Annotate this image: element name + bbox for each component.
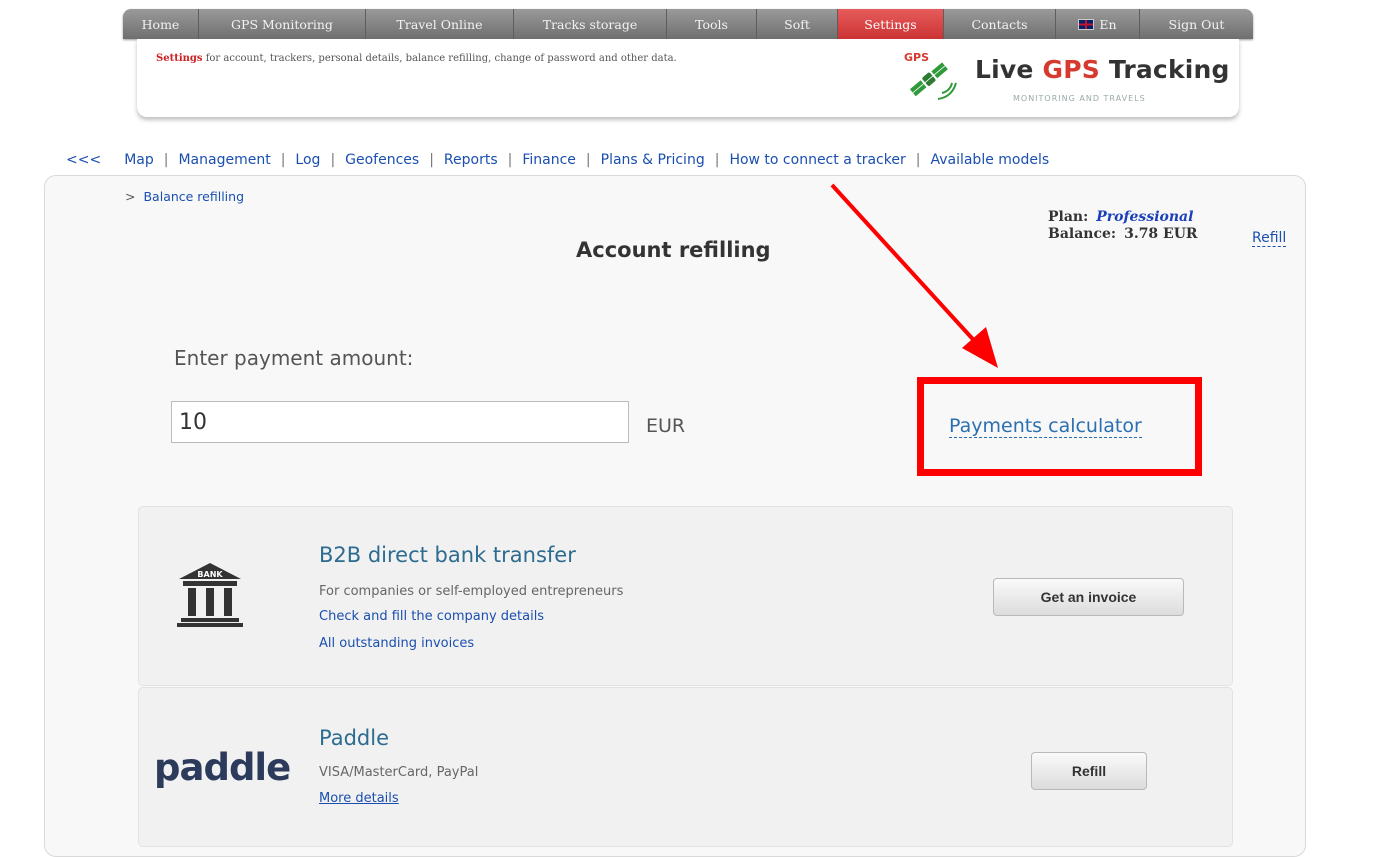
logo-title[interactable]: Live GPS Tracking (975, 55, 1230, 84)
get-invoice-button[interactable]: Get an invoice (993, 578, 1184, 616)
separator: | (585, 152, 591, 168)
bank-transfer-title: B2B direct bank transfer (319, 543, 576, 567)
nav-tracks-storage[interactable]: Tracks storage (514, 9, 667, 39)
subnav-geofences[interactable]: Geofences (345, 152, 419, 168)
bank-transfer-description: For companies or self-employed entrepren… (319, 584, 624, 599)
header-subtitle: Settings for account, trackers, personal… (156, 53, 677, 64)
plan-name: Professional (1096, 209, 1194, 225)
back-link[interactable]: <<< (66, 152, 101, 168)
nav-settings[interactable]: Settings (838, 9, 944, 39)
nav-contacts[interactable]: Contacts (944, 9, 1056, 39)
breadcrumb: > Balance refilling (125, 189, 244, 204)
subnav-management[interactable]: Management (178, 152, 270, 168)
separator: | (163, 152, 169, 168)
header-subtitle-text: for account, trackers, personal details,… (202, 53, 677, 64)
nav-language[interactable]: En (1056, 9, 1140, 39)
separator: | (714, 152, 720, 168)
plan-label: Plan: (1048, 209, 1089, 225)
satellite-logo-icon[interactable]: GPS (902, 49, 962, 105)
payment-method-paddle: paddle Paddle VISA/MasterCard, PayPal Mo… (138, 687, 1233, 847)
sub-nav: <<< Map | Management | Log | Geofences | Reports |… (66, 152, 1049, 168)
separator: | (429, 152, 434, 168)
logo-title-suffix: Tracking (1099, 55, 1230, 84)
top-nav: Home GPS Monitoring Travel Online Tracks… (123, 9, 1253, 39)
breadcrumb-balance-refilling[interactable]: Balance refilling (143, 189, 244, 204)
paddle-title: Paddle (319, 726, 390, 750)
payment-amount-input[interactable] (171, 401, 629, 443)
nav-home[interactable]: Home (123, 9, 199, 39)
balance-label: Balance: (1048, 226, 1117, 242)
paddle-refill-button[interactable]: Refill (1031, 752, 1147, 790)
logo-gps-small: GPS (904, 51, 929, 64)
amount-label: Enter payment amount: (174, 346, 414, 370)
nav-tools[interactable]: Tools (667, 9, 757, 39)
uk-flag-icon (1078, 18, 1095, 30)
paddle-description: VISA/MasterCard, PayPal (319, 765, 479, 780)
logo-tagline: MONITORING AND TRAVELS (1013, 94, 1146, 103)
logo-title-gps: GPS (1042, 55, 1100, 84)
subnav-available-models[interactable]: Available models (930, 152, 1049, 168)
nav-travel-online[interactable]: Travel Online (366, 9, 514, 39)
nav-soft[interactable]: Soft (757, 9, 838, 39)
subnav-finance[interactable]: Finance (522, 152, 576, 168)
separator: | (507, 152, 513, 168)
subnav-reports[interactable]: Reports (444, 152, 498, 168)
page-title: Account refilling (576, 238, 771, 262)
breadcrumb-marker: > (125, 189, 136, 204)
outstanding-invoices-link[interactable]: All outstanding invoices (319, 636, 474, 651)
nav-gps-monitoring[interactable]: GPS Monitoring (199, 9, 366, 39)
balance-value: 3.78 EUR (1124, 226, 1198, 242)
bank-icon-text: BANK (197, 570, 223, 579)
nav-language-label: En (1099, 16, 1117, 32)
company-details-link[interactable]: Check and fill the company details (319, 609, 544, 624)
separator: | (280, 152, 286, 168)
separator: | (915, 152, 921, 168)
payment-method-bank: BANK B2B direct bank transfer For compan… (138, 506, 1233, 686)
subnav-how-to-connect[interactable]: How to connect a tracker (729, 152, 905, 168)
subnav-map[interactable]: Map (124, 152, 154, 168)
currency-label: EUR (646, 415, 686, 437)
nav-sign-out[interactable]: Sign Out (1140, 9, 1253, 39)
logo-title-prefix: Live (975, 55, 1043, 84)
header-subtitle-bold: Settings (156, 53, 203, 64)
separator: | (330, 152, 336, 168)
payments-calculator-link[interactable]: Payments calculator (949, 415, 1142, 438)
refill-link[interactable]: Refill (1252, 230, 1287, 247)
bank-icon: BANK (177, 563, 243, 627)
account-summary: Plan: Professional Balance: 3.78 EUR (1048, 209, 1198, 243)
subnav-log[interactable]: Log (295, 152, 320, 168)
header-banner: Settings for account, trackers, personal… (137, 39, 1239, 117)
subnav-plans-pricing[interactable]: Plans & Pricing (601, 152, 705, 168)
paddle-more-details-link[interactable]: More details (319, 791, 399, 806)
paddle-logo: paddle (154, 746, 291, 789)
